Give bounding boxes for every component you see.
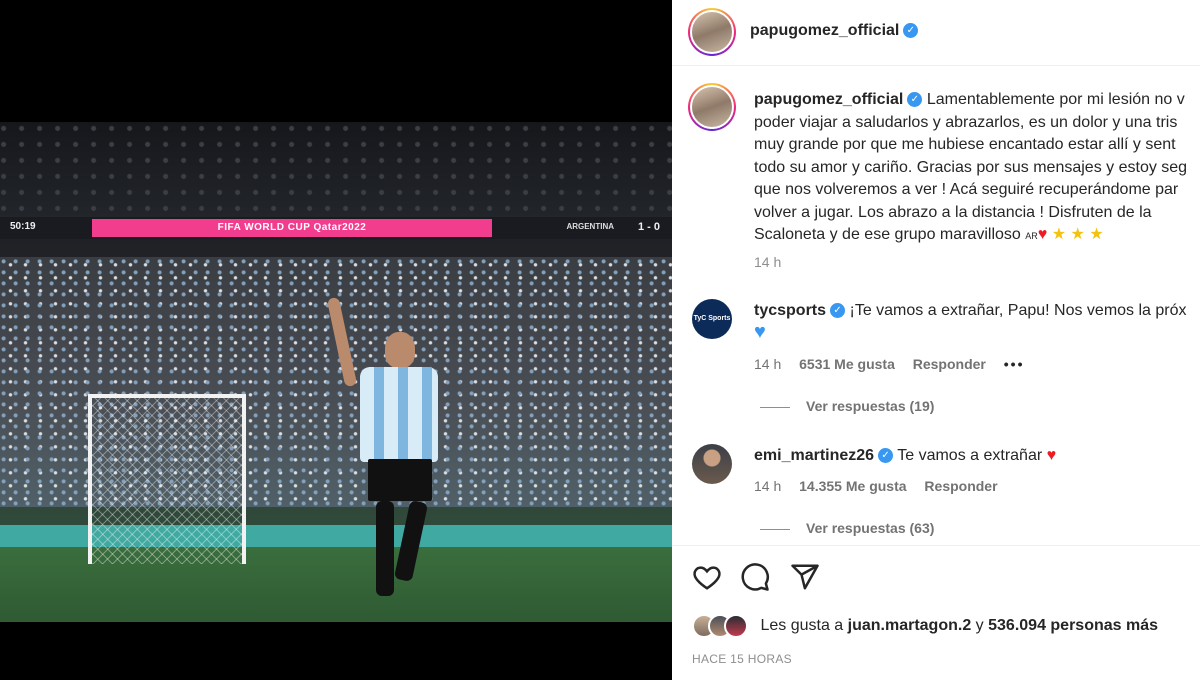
likes-connector: y — [975, 617, 984, 634]
player-figure — [326, 296, 450, 607]
broadcast-clock: 50:19 — [10, 221, 36, 232]
more-options-icon[interactable]: ••• — [1004, 356, 1025, 372]
player-raised-arm — [326, 296, 358, 388]
post-actions: Les gusta a juan.martagon.2 y 536.094 pe… — [672, 545, 1200, 680]
share-icon[interactable] — [790, 562, 820, 592]
comment-likes[interactable]: 14.355 Me gusta — [799, 478, 906, 494]
verified-badge-icon: ✓ — [830, 303, 846, 319]
blue-heart-icon: ♥ — [754, 321, 766, 343]
post-photo: 50:19 FIFA WORLD CUP Qatar2022 ARGENTINA… — [0, 122, 672, 622]
comment-icon[interactable] — [740, 562, 770, 592]
liker-username[interactable]: juan.martagon.2 — [848, 617, 972, 634]
post-side-panel: papugomez_official ✓ papugomez_official ✓ … — [672, 0, 1200, 680]
player-leg — [376, 501, 394, 596]
verified-badge-icon: ✓ — [907, 92, 923, 108]
comments-feed[interactable]: papugomez_official ✓ Lamentablemente por … — [672, 67, 1200, 545]
argentina-flag-icon: AR — [1025, 231, 1038, 241]
emi-martinez-avatar[interactable] — [692, 444, 732, 484]
caption-line: Scaloneta y de ese grupo maravilloso — [754, 226, 1021, 243]
comment-text: ¡Te vamos a extrañar, Papu! Nos vemos la… — [849, 302, 1187, 319]
broadcast-banner: 50:19 FIFA WORLD CUP Qatar2022 ARGENTINA… — [0, 217, 672, 239]
comment-time[interactable]: 14 h — [754, 356, 781, 372]
author-username[interactable]: papugomez_official — [750, 22, 899, 39]
caption-line: volver a jugar. Los abrazo a la distanci… — [754, 203, 1152, 221]
caption-line: que nos volveremos a ver ! Acá seguiré r… — [754, 181, 1179, 198]
caption-time[interactable]: 14 h — [754, 254, 781, 270]
likes-prefix: Les gusta a — [760, 617, 844, 634]
likes-count[interactable]: 536.094 personas más — [988, 617, 1158, 634]
heart-icon[interactable] — [692, 562, 722, 592]
post-media[interactable]: 50:19 FIFA WORLD CUP Qatar2022 ARGENTINA… — [0, 0, 672, 680]
post-caption: papugomez_official ✓ Lamentablemente por … — [754, 89, 1200, 248]
caption-author-username[interactable]: papugomez_official — [754, 91, 903, 108]
view-replies-label[interactable]: Ver respuestas (63) — [806, 520, 934, 536]
comment-time[interactable]: 14 h — [754, 478, 781, 494]
broadcast-score: 1 - 0 — [637, 221, 660, 233]
red-heart-icon: ♥ — [1037, 226, 1048, 243]
comment-meta: 14 h 6531 Me gusta Responder ••• — [754, 356, 1038, 372]
player-head — [385, 332, 415, 368]
comment-meta: 14 h 14.355 Me gusta Responder — [754, 478, 1012, 494]
replies-divider — [760, 406, 790, 408]
caption-line: muy grande por que me hubiese encantado … — [754, 136, 1176, 153]
caption-author-avatar[interactable] — [688, 83, 736, 131]
comment: emi_martinez26 ✓ Te vamos a extrañar ♥ — [754, 445, 1056, 467]
comment-author[interactable]: emi_martinez26 — [754, 447, 874, 464]
tycsports-avatar[interactable]: TyC Sports — [692, 299, 732, 339]
comment-text: Te vamos a extrañar — [897, 447, 1043, 464]
player-shorts — [368, 459, 432, 501]
posted-ago[interactable]: HACE 15 HORAS — [692, 652, 792, 666]
liker-avatar[interactable] — [724, 614, 748, 638]
view-replies-label[interactable]: Ver respuestas (19) — [806, 398, 934, 414]
goal-net — [88, 394, 246, 564]
verified-badge-icon: ✓ — [903, 23, 919, 39]
view-replies-button[interactable]: Ver respuestas (19) — [760, 398, 934, 414]
replies-divider — [760, 528, 790, 530]
comment-author[interactable]: tycsports — [754, 302, 826, 319]
stars-icon: ★ ★ ★ — [1051, 226, 1104, 243]
red-heart-icon: ♥ — [1046, 447, 1057, 464]
stadium-upper-stand — [0, 122, 672, 217]
reply-button[interactable]: Responder — [913, 356, 986, 372]
broadcast-team: ARGENTINA — [566, 222, 614, 231]
verified-badge-icon: ✓ — [878, 448, 894, 464]
caption-line: Lamentablemente por mi lesión no v — [926, 91, 1185, 108]
player-leg — [393, 500, 429, 582]
view-replies-button[interactable]: Ver respuestas (63) — [760, 520, 934, 536]
player-shirt — [360, 367, 438, 462]
author-avatar[interactable] — [688, 8, 736, 56]
post-header: papugomez_official ✓ — [672, 0, 1200, 66]
caption-line: todo su amor y cariño. Gracias por sus m… — [754, 158, 1188, 176]
caption-line: poder viajar a saludarlos y abrazarlos, … — [754, 113, 1178, 131]
broadcast-banner-text: FIFA WORLD CUP Qatar2022 — [92, 219, 492, 237]
likes-summary: Les gusta a juan.martagon.2 y 536.094 pe… — [692, 614, 1158, 638]
author-username-link[interactable]: papugomez_official ✓ — [750, 22, 919, 40]
comment: tycsports ✓ ¡Te vamos a extrañar, Papu! N… — [754, 300, 1187, 322]
comment-likes[interactable]: 6531 Me gusta — [799, 356, 895, 372]
reply-button[interactable]: Responder — [924, 478, 997, 494]
